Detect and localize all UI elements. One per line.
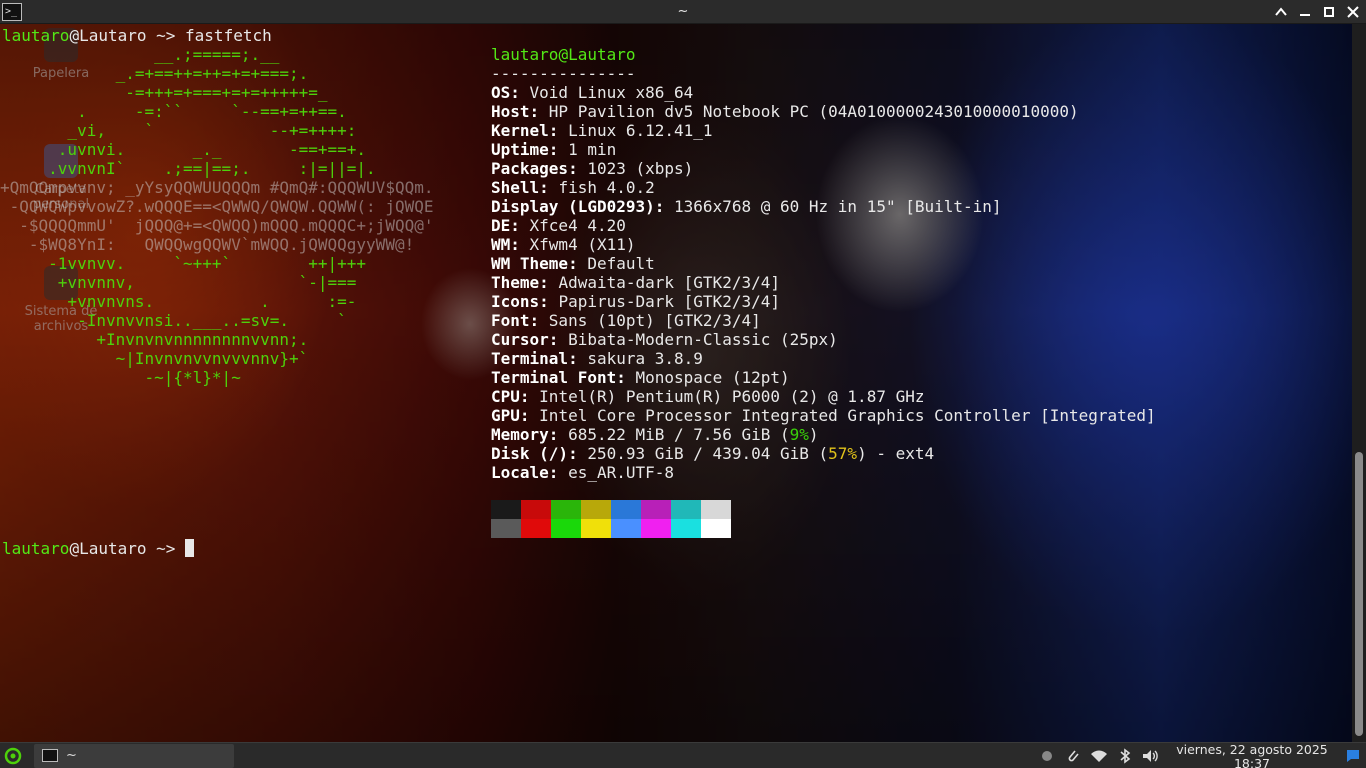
info-line: DE: Xfce4 4.20 bbox=[491, 216, 626, 235]
prompt-line: lautaro@Lautaro ~> fastfetch bbox=[2, 26, 272, 45]
info-line: WM: Xfwm4 (X11) bbox=[491, 235, 636, 254]
ascii-logo-line: . -=:`` `--==+=++==. bbox=[0, 102, 347, 121]
info-line: Cursor: Bibata-Modern-Classic (25px) bbox=[491, 330, 838, 349]
color-swatch bbox=[551, 500, 581, 519]
wifi-icon[interactable] bbox=[1088, 745, 1110, 767]
info-line: OS: Void Linux x86_64 bbox=[491, 83, 694, 102]
info-line: Terminal: sakura 3.8.9 bbox=[491, 349, 703, 368]
ascii-logo-line: +QmQQmpvvnv; _yYsyQQWUUQQQm #QmQ#:QQQWUV… bbox=[0, 178, 434, 197]
restore-icon bbox=[1324, 7, 1334, 17]
ascii-logo-line: +vnvnnv, `-|=== bbox=[0, 273, 357, 292]
command-text: fastfetch bbox=[185, 26, 272, 45]
notifications-icon[interactable] bbox=[1342, 745, 1364, 767]
color-swatch bbox=[521, 519, 551, 538]
color-swatch bbox=[581, 519, 611, 538]
info-line: CPU: Intel(R) Pentium(R) P6000 (2) @ 1.8… bbox=[491, 387, 925, 406]
color-swatch bbox=[491, 500, 521, 519]
scrollbar-thumb[interactable] bbox=[1355, 452, 1363, 736]
color-swatch bbox=[611, 500, 641, 519]
taskbar-item-terminal[interactable]: ~ bbox=[34, 743, 234, 768]
info-locale: Locale: es_AR.UTF-8 bbox=[491, 463, 675, 482]
status-dot-icon[interactable] bbox=[1036, 745, 1058, 767]
prompt-line-current: lautaro@Lautaro ~> bbox=[2, 539, 195, 558]
color-swatch bbox=[701, 500, 731, 519]
maximize-button[interactable] bbox=[1272, 3, 1290, 21]
info-line: Host: HP Pavilion dv5 Notebook PC (04A01… bbox=[491, 102, 1079, 121]
info-line: Terminal Font: Monospace (12pt) bbox=[491, 368, 790, 387]
color-swatch bbox=[671, 500, 701, 519]
color-swatch bbox=[581, 500, 611, 519]
color-swatch bbox=[641, 500, 671, 519]
ascii-logo-line: -~|{*l}*|~ bbox=[0, 368, 241, 387]
window-title: ~ bbox=[677, 4, 689, 19]
taskbar: ~ viernes, 22 agosto 2025 18:37 bbox=[0, 742, 1366, 768]
ascii-logo-line: -QQWQWpvvowZ?.wQQQE==<QWWQ/QWQW.QQWW(: j… bbox=[0, 197, 434, 216]
ascii-logo-line: _vi, ` --+=++++: bbox=[0, 121, 357, 140]
system-tray: viernes, 22 agosto 2025 18:37 bbox=[1032, 743, 1366, 768]
close-button[interactable] bbox=[1344, 3, 1362, 21]
info-line: GPU: Intel Core Processor Integrated Gra… bbox=[491, 406, 1156, 425]
minimize-button[interactable] bbox=[1296, 3, 1314, 21]
color-swatch bbox=[641, 519, 671, 538]
terminal-scrollbar[interactable] bbox=[1352, 24, 1366, 742]
color-swatch bbox=[611, 519, 641, 538]
applications-menu-button[interactable] bbox=[2, 745, 24, 767]
ascii-logo-line: _.=+==++=++=+=+===;. bbox=[0, 64, 309, 83]
color-swatch bbox=[521, 500, 551, 519]
terminal-output[interactable]: lautaro@Lautaro ~> fastfetch __.;=====;.… bbox=[0, 24, 1352, 742]
ascii-logo-line: -=+++=+===+=+=+++++=_ bbox=[0, 83, 328, 102]
ascii-logo-line: ~|Invnvnvvnvvvnnv}+` bbox=[0, 349, 309, 368]
chevron-up-icon bbox=[1275, 7, 1287, 16]
ascii-logo-line: __.;=====;.__ bbox=[0, 45, 280, 64]
info-line: WM Theme: Default bbox=[491, 254, 655, 273]
text-cursor bbox=[185, 539, 195, 557]
info-line: Uptime: 1 min bbox=[491, 140, 617, 159]
clock-date: viernes, 22 agosto 2025 bbox=[1176, 743, 1328, 757]
info-line: Kernel: Linux 6.12.41_1 bbox=[491, 121, 713, 140]
taskbar-item-label: ~ bbox=[66, 748, 77, 763]
info-line: Theme: Adwaita-dark [GTK2/3/4] bbox=[491, 273, 780, 292]
ascii-logo-line: .vvnvnI` .;==|==;. :|=||=|. bbox=[0, 159, 376, 178]
terminal-app-icon[interactable]: >_ bbox=[2, 2, 22, 21]
ascii-logo-line: -Invnvvnsi..___..=sv=. ` bbox=[0, 311, 347, 330]
ascii-logo-line: -$WQ8YnI: QWQQwgQQWV`mWQQ.jQWQQgyyWW@! bbox=[0, 235, 415, 254]
info-header: lautaro@Lautaro bbox=[491, 45, 636, 64]
info-line: Packages: 1023 (xbps) bbox=[491, 159, 694, 178]
bluetooth-icon[interactable] bbox=[1114, 745, 1136, 767]
color-swatch bbox=[551, 519, 581, 538]
color-swatch bbox=[701, 519, 731, 538]
ascii-logo-line: -1vvnvv. `~+++` ++|+++ bbox=[0, 254, 367, 273]
color-swatch bbox=[491, 519, 521, 538]
clock[interactable]: viernes, 22 agosto 2025 18:37 bbox=[1172, 743, 1332, 768]
info-separator: --------------- bbox=[491, 64, 636, 83]
void-logo-icon bbox=[4, 747, 22, 764]
info-line: Font: Sans (10pt) [GTK2/3/4] bbox=[491, 311, 761, 330]
ascii-logo-line: +Invnvnvnnnnnnnnvvnn;. bbox=[0, 330, 309, 349]
volume-icon[interactable] bbox=[1140, 745, 1162, 767]
info-disk: Disk (/): 250.93 GiB / 439.04 GiB (57%) … bbox=[491, 444, 935, 463]
info-line: Shell: fish 4.0.2 bbox=[491, 178, 655, 197]
restore-button[interactable] bbox=[1320, 3, 1338, 21]
color-swatch bbox=[671, 519, 701, 538]
clock-time: 18:37 bbox=[1233, 756, 1271, 768]
info-line: Display (LGD0293): 1366x768 @ 60 Hz in 1… bbox=[491, 197, 1002, 216]
info-line: Icons: Papirus-Dark [GTK2/3/4] bbox=[491, 292, 780, 311]
ascii-logo-line: +vnvnvns. . :=- bbox=[0, 292, 357, 311]
close-icon bbox=[1347, 6, 1359, 18]
paperclip-icon[interactable] bbox=[1062, 745, 1084, 767]
color-palette bbox=[491, 500, 731, 538]
info-memory: Memory: 685.22 MiB / 7.56 GiB (9%) bbox=[491, 425, 819, 444]
window-titlebar[interactable]: >_ ~ bbox=[0, 0, 1366, 24]
minimize-icon bbox=[1300, 14, 1310, 16]
terminal-icon bbox=[42, 749, 58, 762]
ascii-logo-line: -$QQQQmmU' jQQQ@+=<QWQQ)mQQQ.mQQQC+;jWQQ… bbox=[0, 216, 434, 235]
ascii-logo-line: .uvnvi. _._ -==+==+. bbox=[0, 140, 367, 159]
